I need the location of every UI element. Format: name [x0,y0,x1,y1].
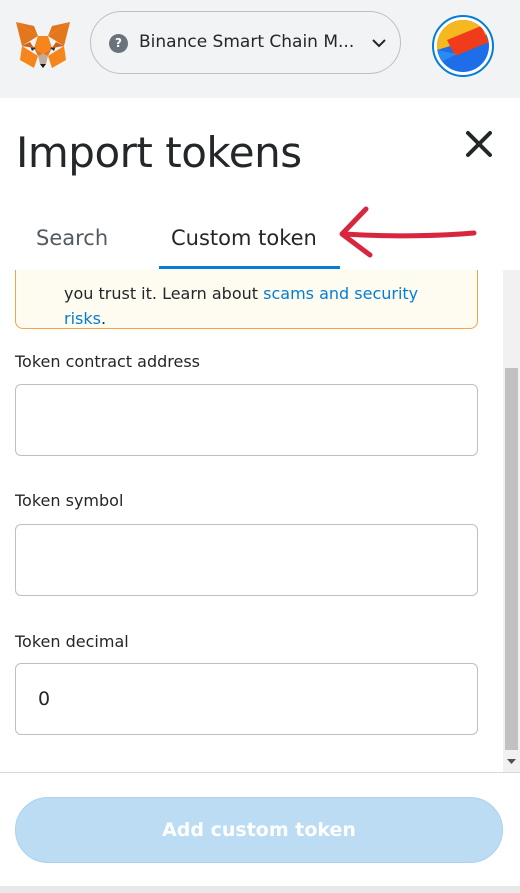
token-contract-address-label: Token contract address [15,352,201,371]
tab-search[interactable]: Search [36,226,108,250]
notice-prefix: you trust it. Learn about [64,284,264,303]
warning-notice: you trust it. Learn about scams and secu… [15,270,478,329]
notice-text: you trust it. Learn about scams and secu… [64,281,464,331]
token-symbol-label: Token symbol [15,491,124,510]
network-selector[interactable]: ? Binance Smart Chain M... [90,11,401,74]
help-icon: ? [109,34,128,53]
scroll-down-arrow-icon[interactable] [505,754,518,768]
footer-divider [0,772,520,773]
close-icon[interactable] [462,127,496,161]
page-title: Import tokens [16,128,302,177]
network-name: Binance Smart Chain M... [139,32,355,52]
add-custom-token-button[interactable]: Add custom token [15,797,503,863]
metamask-fox-icon[interactable] [14,20,72,72]
custom-token-form: you trust it. Learn about scams and secu… [0,270,520,772]
chevron-down-icon [372,39,386,48]
account-avatar[interactable] [432,15,494,77]
account-avatar-icon [437,20,489,72]
annotation-arrow-icon [339,206,477,258]
notice-suffix: . [100,309,107,328]
active-tab-indicator [159,266,340,269]
token-decimal-input[interactable] [15,663,478,735]
token-symbol-input[interactable] [15,524,478,596]
token-contract-address-input[interactable] [15,384,478,456]
scrollbar-thumb[interactable] [505,368,518,750]
tab-custom-token[interactable]: Custom token [171,226,317,250]
app-header: ? Binance Smart Chain M... [0,0,520,98]
window-bottom-edge [0,886,520,893]
token-decimal-label: Token decimal [15,632,129,651]
